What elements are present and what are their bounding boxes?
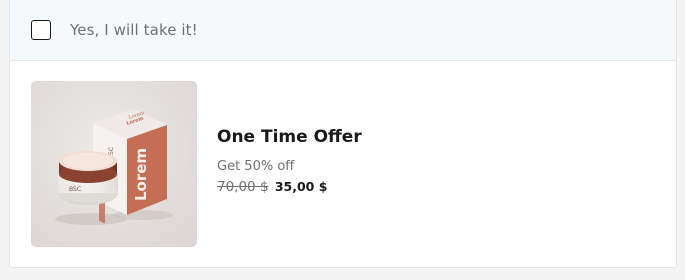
svg-text:BSC: BSC [69, 186, 81, 193]
product-photo-illustration: Lorem Lorem Lorem BSC BSC [31, 81, 197, 247]
product-image: Lorem Lorem Lorem BSC BSC [31, 81, 197, 247]
accept-offer-label[interactable]: Yes, I will take it! [70, 21, 198, 39]
discount-text: Get 50% off [217, 159, 295, 174]
upsell-card: Yes, I will take it! Lorem Lorem Lorem B… [9, 0, 677, 268]
accept-offer-checkbox[interactable] [31, 20, 51, 40]
svg-text:Lorem: Lorem [132, 148, 150, 201]
sale-price: 35,00 $ [274, 179, 328, 194]
offer-title: One Time Offer [217, 127, 362, 147]
price-row: 70,00 $ 35,00 $ [217, 179, 327, 195]
upsell-header[interactable]: Yes, I will take it! [10, 0, 676, 61]
original-price: 70,00 $ [217, 179, 269, 195]
